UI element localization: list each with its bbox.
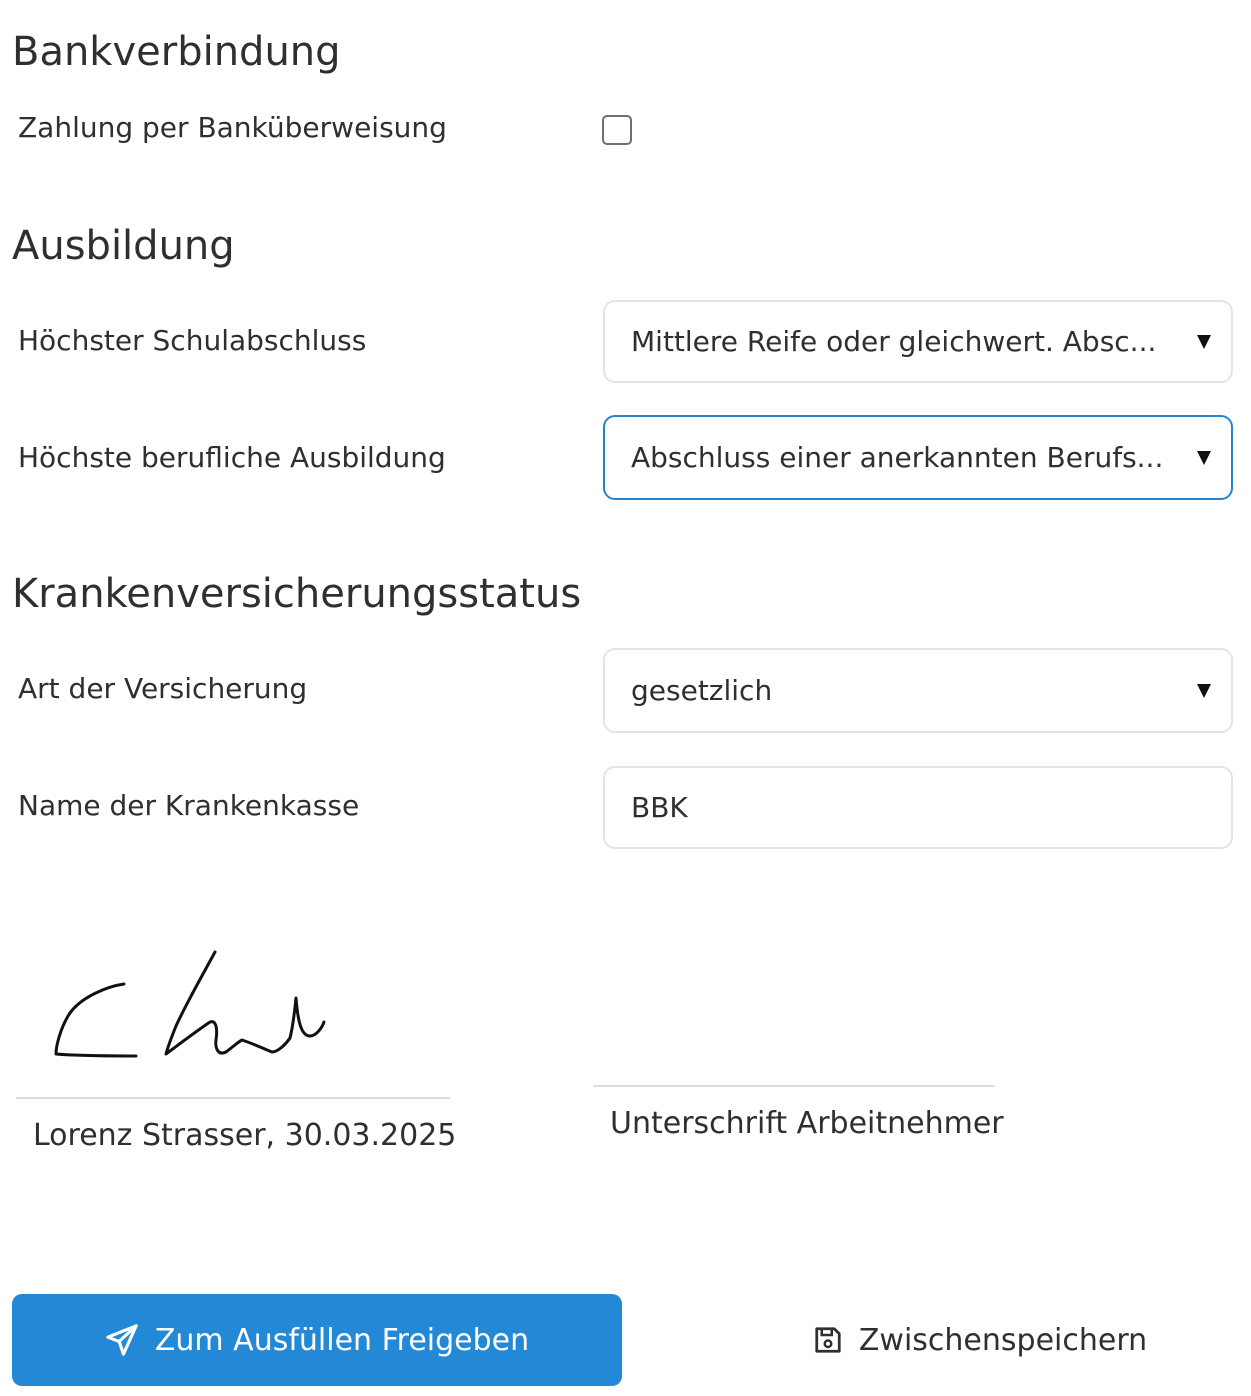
floppy-disk-icon [813,1325,843,1355]
save-button-label: Zwischenspeichern [858,1322,1148,1358]
paper-plane-icon [105,1323,139,1357]
section-title-bank: Bankverbindung [12,29,341,75]
health-fund-value: BBK [631,791,688,824]
dropdown-caret-icon [1197,334,1211,349]
employee-signature-line [593,1085,995,1087]
school-degree-label: Höchster Schulabschluss [18,324,367,357]
health-fund-label: Name der Krankenkasse [18,789,360,822]
bank-transfer-label: Zahlung per Banküberweisung [18,111,447,144]
section-title-insurance: Krankenversicherungsstatus [12,571,582,617]
insurance-type-select[interactable]: gesetzlich [603,648,1233,733]
bank-transfer-checkbox[interactable] [602,115,632,145]
school-degree-select[interactable]: Mittlere Reife oder gleichwert. Absc... [603,300,1233,383]
dropdown-caret-icon [1197,450,1211,465]
employer-signature-image [54,950,326,1058]
release-for-filling-button[interactable]: Zum Ausfüllen Freigeben [12,1294,622,1386]
school-degree-value: Mittlere Reife oder gleichwert. Absc... [631,325,1157,358]
dropdown-caret-icon [1197,683,1211,698]
employer-signature-caption: Lorenz Strasser, 30.03.2025 [33,1118,457,1153]
employer-signature-line [16,1097,450,1099]
release-button-label: Zum Ausfüllen Freigeben [154,1322,530,1358]
section-title-education: Ausbildung [12,223,235,269]
insurance-type-value: gesetzlich [631,674,773,707]
vocational-training-label: Höchste berufliche Ausbildung [18,441,446,474]
vocational-training-select[interactable]: Abschluss einer anerkannten Berufs... [603,415,1233,500]
save-draft-button[interactable]: Zwischenspeichern [760,1294,1200,1386]
employee-signature-caption: Unterschrift Arbeitnehmer [610,1106,1004,1141]
health-fund-input[interactable]: BBK [603,766,1233,849]
insurance-type-label: Art der Versicherung [18,672,308,705]
vocational-training-value: Abschluss einer anerkannten Berufs... [631,441,1164,474]
